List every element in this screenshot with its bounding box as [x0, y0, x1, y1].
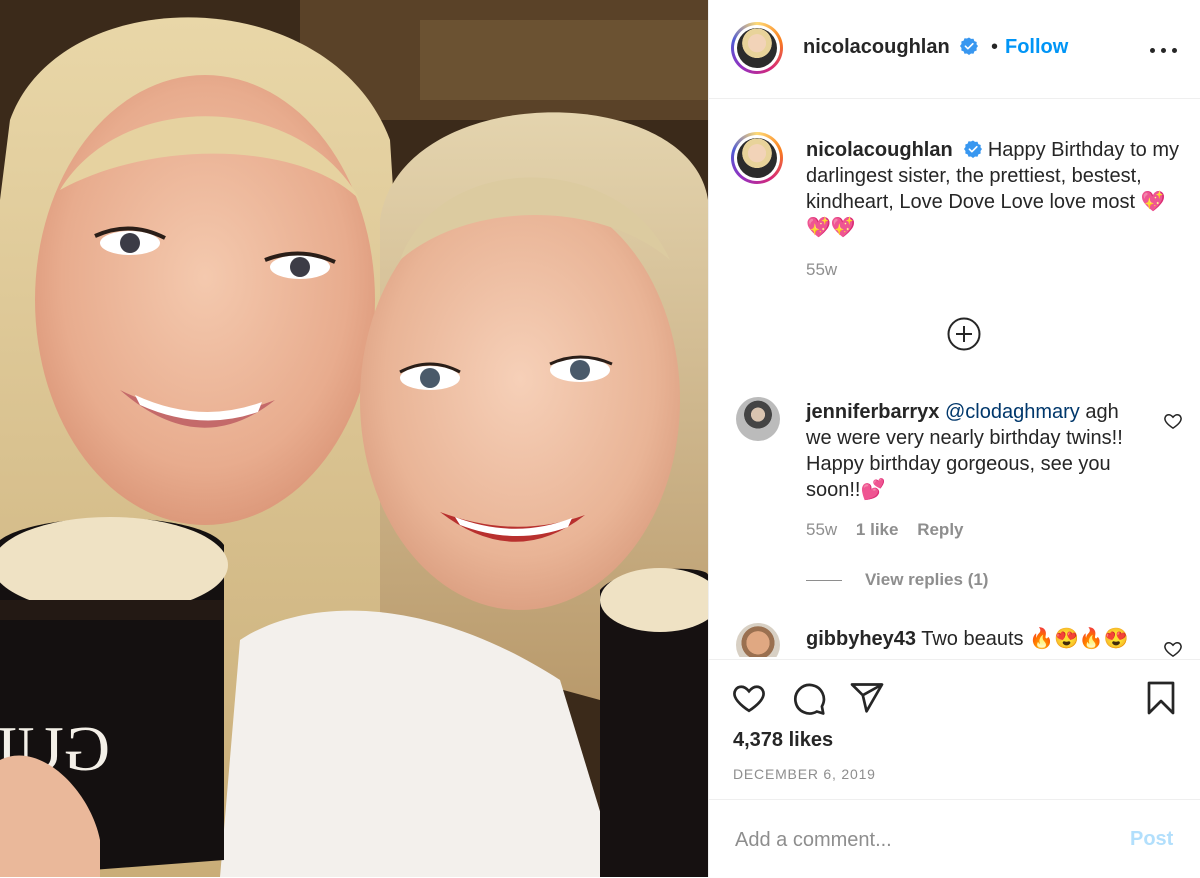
author-username: nicolacoughlan [803, 36, 950, 58]
comment-text: Two beauts 🔥😍🔥😍 [921, 628, 1129, 650]
add-comment-input[interactable] [733, 824, 1097, 856]
comment-likes-count[interactable]: 1 like [856, 520, 899, 539]
comment-meta: 55w 1 like Reply [806, 520, 964, 540]
view-replies-button[interactable]: View replies (1) [865, 570, 988, 590]
comment-like-heart-icon[interactable] [1163, 639, 1183, 657]
commenter-avatar[interactable] [736, 623, 780, 657]
verified-badge-icon [960, 37, 979, 55]
post-side-panel: nicolacoughlan • Follow nicolacoughlan H… [708, 0, 1200, 877]
post-date[interactable]: DECEMBER 6, 2019 [733, 766, 876, 782]
comment-icon[interactable] [791, 680, 827, 716]
bookmark-icon[interactable] [1143, 680, 1179, 716]
caption-timestamp[interactable]: 55w [806, 260, 837, 280]
post-header: nicolacoughlan • Follow [709, 0, 1200, 99]
author-username-link[interactable]: nicolacoughlan [803, 36, 979, 59]
comment-item: gibbyhey43 Two beauts 🔥😍🔥😍 [806, 626, 1129, 652]
author-avatar[interactable] [731, 22, 783, 74]
caption-username[interactable]: nicolacoughlan [806, 139, 953, 161]
comment-mention[interactable]: @clodaghmary [945, 401, 1080, 423]
comment-reply-button[interactable]: Reply [917, 520, 963, 539]
comment-username[interactable]: gibbyhey43 [806, 628, 916, 650]
share-icon[interactable] [849, 680, 885, 716]
comments-list[interactable]: nicolacoughlan Happy Birthday to my darl… [709, 99, 1200, 657]
comment-timestamp[interactable]: 55w [806, 520, 837, 539]
post-comment-button[interactable]: Post [1130, 828, 1173, 851]
post-caption: nicolacoughlan Happy Birthday to my darl… [806, 137, 1186, 241]
comment-composer: Post [709, 799, 1200, 878]
caption-author-avatar[interactable] [731, 132, 783, 184]
replies-divider [806, 580, 842, 581]
post-photo-illustration: GUI [0, 0, 708, 877]
comment-username[interactable]: jenniferbarryx [806, 401, 939, 423]
follow-button[interactable]: Follow [1005, 36, 1068, 59]
post-actions: 4,378 likes DECEMBER 6, 2019 [709, 659, 1200, 800]
likes-count[interactable]: 4,378 likes [733, 729, 833, 752]
heart-icon[interactable] [731, 680, 767, 716]
separator-dot: • [991, 36, 999, 58]
comment-like-heart-icon[interactable] [1163, 411, 1183, 431]
post-photo[interactable]: GUI [0, 0, 708, 877]
more-options-icon[interactable] [1147, 36, 1181, 64]
verified-badge-icon [964, 140, 983, 158]
commenter-avatar[interactable] [736, 397, 780, 441]
add-comment-plus-icon[interactable] [947, 317, 981, 351]
comment-item: jenniferbarryx @clodaghmary agh we were … [806, 399, 1146, 503]
